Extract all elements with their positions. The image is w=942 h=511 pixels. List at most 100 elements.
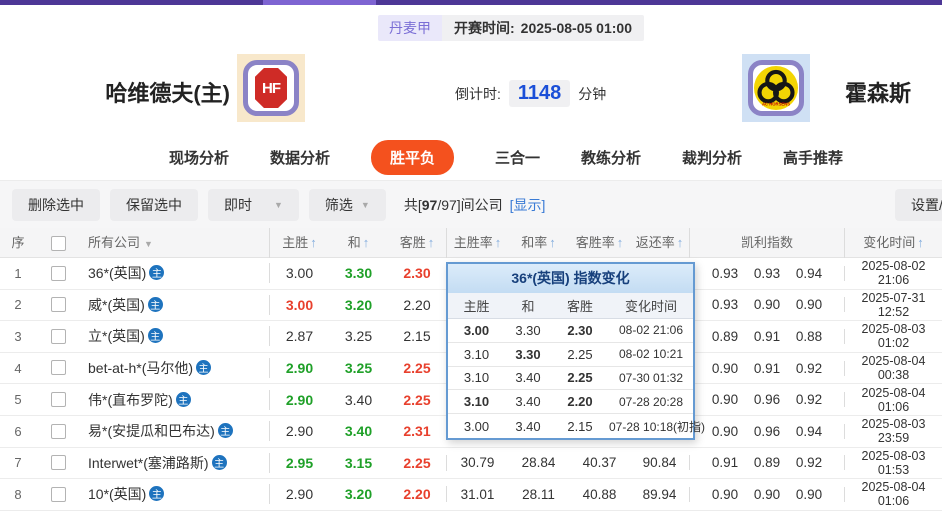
- header-home-odds[interactable]: 主胜 ↑: [270, 228, 329, 258]
- sort-asc-icon: ↑: [494, 235, 502, 250]
- company-cell[interactable]: 威*(英国) 主: [80, 294, 270, 315]
- header-payout-rate[interactable]: 返还率 ↑: [630, 228, 690, 258]
- row-checkbox[interactable]: [50, 360, 66, 376]
- kelly-cell: 0.90 0.96 0.92: [690, 392, 845, 408]
- home-odds[interactable]: 3.00: [270, 297, 329, 313]
- change-time: 2025-08-03 01:53: [861, 448, 926, 477]
- draw-odds[interactable]: 3.15: [329, 455, 388, 471]
- away-odds[interactable]: 2.25: [388, 391, 447, 408]
- home-odds[interactable]: 2.90: [270, 486, 329, 502]
- company-cell[interactable]: Interwet*(塞浦路斯) 主: [80, 452, 270, 473]
- sort-asc-icon: ↑: [310, 235, 317, 250]
- away-odds[interactable]: 2.25: [388, 360, 447, 377]
- popup-change-time: 07-28 20:28: [618, 394, 684, 409]
- home-odds[interactable]: 3.00: [270, 265, 329, 281]
- header-home-rate[interactable]: 主胜率 ↑: [447, 228, 508, 258]
- away-odds[interactable]: 2.20: [388, 486, 447, 503]
- row-seq: 3: [14, 328, 22, 344]
- home-odds[interactable]: 2.90: [270, 360, 329, 376]
- page: 丹麦甲 开赛时间: 2025-08-05 01:00 哈维德夫(主) HF 倒计时…: [0, 0, 942, 511]
- company-count: 共[97/97]间公司 [显示]: [403, 196, 546, 213]
- nav-tab[interactable]: 三合一: [495, 147, 540, 168]
- away-odds[interactable]: 2.20: [388, 296, 447, 313]
- home-rate: 30.79: [460, 455, 495, 471]
- row-checkbox[interactable]: [50, 297, 66, 313]
- away-team-name: 霍森斯: [845, 81, 912, 106]
- row-checkbox[interactable]: [50, 423, 66, 439]
- nav-tab[interactable]: 数据分析: [270, 147, 330, 168]
- company-name: 36*(英国): [88, 265, 147, 282]
- company-cell[interactable]: 易*(安提瓜和巴布达) 主: [80, 421, 270, 442]
- kelly-value: 0.92: [795, 455, 823, 471]
- company-cell[interactable]: 伟*(直布罗陀) 主: [80, 389, 270, 410]
- popup-body: 3.00 3.30 2.30 08-02 21:06 3.10 3.30 2.25 08-02…: [448, 319, 705, 438]
- away-odds[interactable]: 2.30: [388, 265, 447, 282]
- draw-odds[interactable]: 3.40: [329, 392, 388, 408]
- company-cell[interactable]: bet-at-h*(马尔他) 主: [80, 358, 270, 379]
- header-select-all[interactable]: [36, 228, 80, 258]
- row-checkbox[interactable]: [50, 265, 66, 281]
- payout-rate: 90.84: [630, 455, 690, 471]
- top-progress-segment: [263, 0, 376, 5]
- nav-tabs: 现场分析 数据分析 胜平负 三合一 教练分析 裁判分析 高手推荐: [0, 135, 942, 180]
- away-team-logo: AC HORSENS: [742, 54, 810, 122]
- away-odds[interactable]: 2.31: [388, 423, 447, 440]
- header-draw-odds[interactable]: 和 ↑: [329, 228, 388, 258]
- draw-odds[interactable]: 3.20: [329, 486, 388, 502]
- header-draw-rate[interactable]: 和率 ↑: [508, 228, 569, 258]
- draw-odds[interactable]: 3.40: [329, 423, 388, 439]
- nav-tab[interactable]: 高手推荐: [783, 147, 843, 168]
- header-company[interactable]: 所有公司 ▼: [80, 228, 270, 258]
- select-all-checkbox[interactable]: [50, 236, 66, 252]
- main-company-badge-icon: 主: [175, 391, 191, 407]
- header-away-odds[interactable]: 客胜 ↑: [388, 228, 447, 258]
- company-cell[interactable]: 立*(英国) 主: [80, 326, 270, 347]
- row-checkbox[interactable]: [50, 328, 66, 344]
- company-name: 威*(英国): [88, 296, 145, 313]
- row-checkbox[interactable]: [50, 455, 66, 471]
- home-odds[interactable]: 2.95: [270, 455, 329, 471]
- draw-odds[interactable]: 3.25: [329, 360, 388, 376]
- caret-down-icon: ▼: [360, 199, 370, 210]
- home-odds[interactable]: 2.90: [270, 423, 329, 439]
- delete-selected-button[interactable]: 删除选中: [12, 188, 100, 221]
- draw-odds[interactable]: 3.20: [329, 297, 388, 313]
- sort-asc-icon: ↑: [616, 235, 624, 250]
- kelly-value: 0.93: [711, 297, 739, 313]
- sort-asc-icon: ↑: [676, 235, 684, 250]
- filter-dropdown[interactable]: 筛选 ▼: [308, 188, 386, 221]
- nav-tab[interactable]: 裁判分析: [682, 147, 742, 168]
- show-link[interactable]: [显示]: [510, 197, 546, 213]
- away-odds[interactable]: 2.25: [388, 454, 447, 471]
- table-row: 7 Interwet*(塞浦路斯) 主 2.95 3.15 2.25 30.79 28.84 4…: [0, 447, 942, 480]
- nav-tab[interactable]: 教练分析: [581, 147, 641, 168]
- header-seq: 序: [11, 235, 25, 250]
- draw-odds[interactable]: 3.25: [329, 328, 388, 344]
- row-seq: 8: [14, 486, 22, 502]
- main-company-badge-icon: 主: [211, 454, 227, 470]
- popup-away-odds: 2.20: [567, 394, 593, 410]
- row-checkbox[interactable]: [50, 391, 66, 407]
- popup-change-time: 08-02 21:06: [618, 323, 684, 338]
- popup-draw-odds: 3.30: [515, 346, 541, 362]
- away-odds[interactable]: 2.15: [388, 328, 447, 345]
- company-cell[interactable]: 10*(英国) 主: [80, 484, 270, 505]
- live-dropdown[interactable]: 即时 ▼: [208, 188, 299, 221]
- kelly-value: 0.89: [711, 328, 739, 344]
- home-odds[interactable]: 2.90: [270, 392, 329, 408]
- keep-selected-button[interactable]: 保留选中: [110, 188, 198, 221]
- nav-tab[interactable]: 现场分析: [169, 147, 229, 168]
- change-time: 2025-08-03 23:59: [861, 417, 926, 446]
- row-checkbox[interactable]: [50, 486, 66, 502]
- company-cell[interactable]: 36*(英国) 主: [80, 263, 270, 284]
- header-change-time[interactable]: 变化时间 ↑: [845, 228, 942, 258]
- settings-button[interactable]: 设置/选择: [895, 189, 942, 221]
- row-checkbox-cell: [36, 391, 80, 409]
- match-info-badges: 丹麦甲 开赛时间: 2025-08-05 01:00: [378, 15, 644, 41]
- popup-draw-odds: 3.40: [515, 370, 541, 386]
- draw-odds[interactable]: 3.30: [329, 265, 388, 281]
- header-away-rate[interactable]: 客胜率 ↑: [569, 228, 630, 258]
- row-checkbox-cell: [36, 264, 80, 282]
- home-odds[interactable]: 2.87: [270, 328, 329, 344]
- nav-tab[interactable]: 胜平负: [370, 140, 454, 175]
